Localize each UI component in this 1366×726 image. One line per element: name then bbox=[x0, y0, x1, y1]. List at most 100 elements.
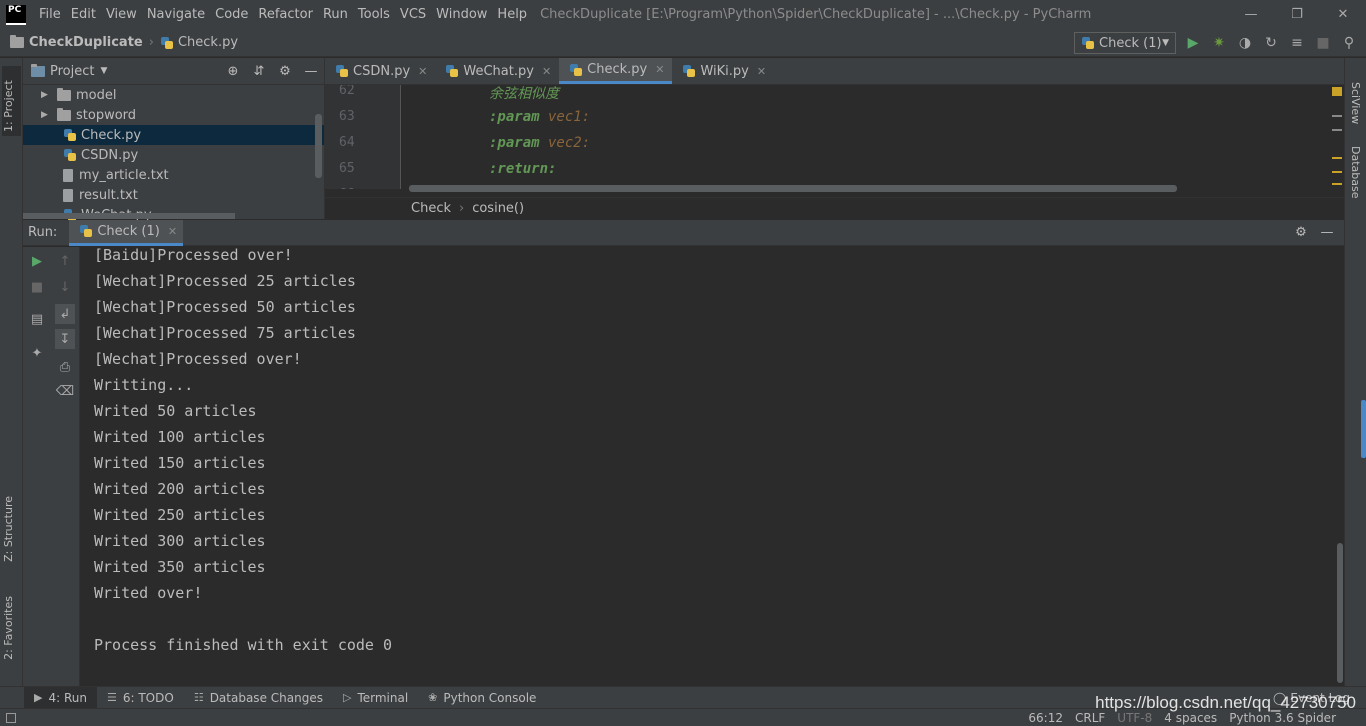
editor-tab[interactable]: WeChat.py ✕ bbox=[435, 58, 559, 84]
menu-file[interactable]: File bbox=[34, 7, 66, 22]
console-scrollbar-thumb[interactable] bbox=[1337, 543, 1343, 683]
print-icon[interactable]: ⎙ bbox=[55, 357, 75, 377]
menu-edit[interactable]: Edit bbox=[66, 7, 101, 22]
breadcrumb-file[interactable]: Check.py bbox=[160, 35, 238, 50]
python-interpreter[interactable]: Python 3.6 Spider bbox=[1229, 711, 1336, 725]
console-output[interactable]: [Baidu]Processed over! [Wechat]Processed … bbox=[80, 247, 1336, 686]
soft-wrap-icon[interactable]: ↲ bbox=[55, 304, 75, 324]
close-icon[interactable]: ✕ bbox=[542, 65, 551, 78]
gear-icon[interactable]: ⚙ bbox=[1288, 225, 1314, 240]
hide-icon[interactable]: — bbox=[298, 64, 324, 79]
tree-item[interactable]: ▶ stopword bbox=[23, 105, 324, 125]
rerun-icon[interactable]: ▶ bbox=[27, 251, 47, 271]
breadcrumb-class[interactable]: Check bbox=[411, 201, 451, 216]
chevron-down-icon[interactable]: ▼ bbox=[100, 66, 107, 76]
tree-item[interactable]: ▶ model bbox=[23, 85, 324, 105]
editor-tab-label: Check.py bbox=[587, 62, 648, 77]
close-window-icon[interactable]: ✕ bbox=[1320, 0, 1366, 29]
tree-item[interactable]: my_article.txt bbox=[23, 165, 324, 185]
tree-item-label: Check.py bbox=[81, 127, 142, 143]
concurrency-icon[interactable]: ≡ bbox=[1284, 33, 1310, 53]
menu-vcs[interactable]: VCS bbox=[395, 7, 431, 22]
warning-marker[interactable] bbox=[1332, 87, 1342, 96]
tool-tab-todo-label: 6: TODO bbox=[122, 690, 174, 705]
pin-icon[interactable]: ✦ bbox=[27, 343, 47, 363]
scroll-to-end-icon[interactable]: ↧ bbox=[55, 329, 75, 349]
trash-icon[interactable]: ⌫ bbox=[55, 381, 75, 401]
debug-icon[interactable]: ✷ bbox=[1206, 33, 1232, 53]
stop-icon[interactable]: ■ bbox=[1310, 33, 1336, 53]
search-icon[interactable]: ⚲ bbox=[1336, 33, 1362, 53]
gear-icon[interactable]: ⚙ bbox=[272, 64, 298, 79]
tool-tab-run-label: 4: Run bbox=[48, 690, 87, 705]
tree-item[interactable]: CSDN.py bbox=[23, 145, 324, 165]
stop-icon[interactable]: ■ bbox=[27, 277, 47, 297]
marker bbox=[1332, 183, 1342, 185]
tool-tab-database-changes[interactable]: ☷ Database Changes bbox=[184, 687, 333, 709]
layout-icon[interactable] bbox=[6, 712, 16, 723]
caret-position[interactable]: 66:12 bbox=[1028, 711, 1063, 725]
line-number: 65 bbox=[339, 161, 355, 176]
tab-favorites[interactable]: 2: Favorites bbox=[2, 596, 15, 660]
tool-tab-run[interactable]: ▶ 4: Run bbox=[24, 686, 97, 709]
code-token: :param bbox=[489, 135, 540, 151]
tab-database[interactable]: Database bbox=[1349, 146, 1362, 199]
down-arrow-icon[interactable]: ↓ bbox=[55, 277, 75, 297]
profile-icon[interactable]: ↻ bbox=[1258, 33, 1284, 53]
line-separator[interactable]: CRLF bbox=[1075, 711, 1105, 725]
code-area[interactable]: 6263646566 余弦相似度:param vec1::param vec2:… bbox=[325, 85, 1344, 189]
locate-icon[interactable]: ⊕ bbox=[220, 64, 246, 79]
run-configuration-select[interactable]: Check (1) ▼ bbox=[1074, 32, 1176, 54]
tool-tab-python-console[interactable]: ❀ Python Console bbox=[418, 687, 546, 709]
menu-run[interactable]: Run bbox=[318, 7, 353, 22]
breadcrumb-function[interactable]: cosine() bbox=[472, 201, 524, 216]
menu-window[interactable]: Window bbox=[431, 7, 492, 22]
editor-tab[interactable]: CSDN.py ✕ bbox=[325, 58, 435, 84]
menu-view[interactable]: View bbox=[101, 7, 142, 22]
tree-item[interactable]: Check.py bbox=[23, 125, 324, 145]
close-icon[interactable]: ✕ bbox=[757, 65, 766, 78]
collapse-all-icon[interactable]: ⇵ bbox=[246, 64, 272, 79]
line-number: 64 bbox=[339, 135, 355, 150]
menu-bar: PC File Edit View Navigate Code Refactor Run To… bbox=[0, 0, 1366, 29]
chevron-right-icon[interactable]: ▶ bbox=[41, 110, 51, 120]
restore-icon[interactable]: ❐ bbox=[1274, 0, 1320, 29]
file-encoding[interactable]: UTF-8 bbox=[1117, 711, 1152, 725]
project-horizontal-scrollbar[interactable] bbox=[23, 213, 235, 219]
menu-refactor[interactable]: Refactor bbox=[253, 7, 318, 22]
menu-tools[interactable]: Tools bbox=[353, 7, 395, 22]
menu-navigate[interactable]: Navigate bbox=[142, 7, 210, 22]
editor-horizontal-scrollbar[interactable] bbox=[409, 185, 1177, 192]
tool-tab-terminal[interactable]: ▷ Terminal bbox=[333, 687, 418, 709]
console-line: Writed 350 articles bbox=[94, 558, 266, 576]
run-tab[interactable]: Check (1) ✕ bbox=[69, 219, 184, 246]
tool-tab-todo[interactable]: ☰ 6: TODO bbox=[97, 687, 184, 709]
indent-setting[interactable]: 4 spaces bbox=[1164, 711, 1217, 725]
tab-structure[interactable]: Z: Structure bbox=[2, 496, 15, 562]
tab-sciview[interactable]: SciView bbox=[1349, 82, 1362, 124]
console-line: Process finished with exit code 0 bbox=[94, 636, 393, 654]
chevron-right-icon[interactable]: ▶ bbox=[41, 90, 51, 100]
console-scrollbar[interactable] bbox=[1336, 247, 1344, 686]
close-icon[interactable]: ✕ bbox=[655, 63, 664, 76]
close-icon[interactable]: ✕ bbox=[418, 65, 427, 78]
editor-tab[interactable]: Check.py ✕ bbox=[559, 58, 673, 84]
tree-item[interactable]: result.txt bbox=[23, 185, 324, 205]
coverage-icon[interactable]: ◑ bbox=[1232, 33, 1258, 53]
text-file-icon bbox=[63, 188, 73, 202]
restore-layout-icon[interactable]: ▤ bbox=[27, 309, 47, 329]
run-icon[interactable]: ▶ bbox=[1180, 33, 1206, 53]
project-scrollbar[interactable] bbox=[315, 114, 322, 178]
menu-code[interactable]: Code bbox=[210, 7, 253, 22]
breadcrumb-project[interactable]: CheckDuplicate bbox=[10, 35, 143, 50]
editor-tab[interactable]: WiKi.py ✕ bbox=[672, 58, 774, 84]
hide-icon[interactable]: — bbox=[1314, 225, 1340, 240]
tab-project[interactable]: 1: Project bbox=[2, 66, 21, 136]
python-file-icon bbox=[445, 64, 459, 78]
minimize-icon[interactable]: — bbox=[1228, 0, 1274, 29]
up-arrow-icon[interactable]: ↑ bbox=[55, 251, 75, 271]
menu-help[interactable]: Help bbox=[492, 7, 532, 22]
project-panel-title[interactable]: Project bbox=[50, 64, 94, 79]
code-line: :param vec1: bbox=[489, 109, 590, 125]
close-icon[interactable]: ✕ bbox=[168, 225, 177, 238]
